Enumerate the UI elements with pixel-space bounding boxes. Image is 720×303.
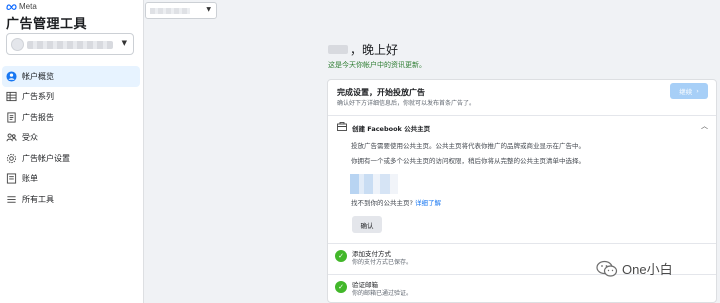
sidebar-item-billing[interactable]: 账单	[2, 169, 140, 190]
meta-logo-icon	[6, 4, 17, 10]
meta-label: Meta	[19, 2, 37, 11]
continue-label: 继续	[679, 88, 693, 96]
all-tools-icon	[6, 194, 17, 205]
check-circle-icon: ✓	[335, 250, 347, 262]
page-not-found-text: 找不到你的公共主页?	[351, 199, 413, 207]
sidebar-item-campaigns[interactable]: 广告系列	[2, 87, 140, 108]
sidebar-item-ads-report[interactable]: 广告报告	[2, 107, 140, 128]
chevron-down-icon: ▼	[206, 6, 211, 13]
account-overview-icon	[6, 71, 17, 82]
page-list-redacted[interactable]	[350, 174, 398, 194]
sidebar-item-account-overview[interactable]: 帐户概览	[2, 66, 140, 87]
sidebar-item-label: 帐户概览	[22, 71, 54, 81]
setup-card-header: 完成设置，开始投放广告 确认好下方详细信息后，你就可以发布首条广告了。 继续 ›	[328, 80, 716, 116]
business-name-redacted	[150, 8, 190, 14]
sidebar-item-label: 账单	[22, 174, 38, 184]
greeting-subtitle: 这是今天你帐户中的资讯更新。	[328, 61, 426, 69]
learn-more-link[interactable]: 详细了解	[415, 199, 441, 207]
confirm-button[interactable]: 确认	[352, 216, 382, 233]
campaigns-icon	[6, 91, 17, 102]
step-description-2: 你拥有一个或多个公共主页的访问权限，稍后你将从完整的公共主页清单中选择。	[351, 157, 585, 165]
wechat-icon	[596, 260, 618, 277]
watermark-text: One小白	[622, 262, 673, 277]
sidebar-item-audiences[interactable]: 受众	[2, 128, 140, 149]
sidebar-item-ad-account-settings[interactable]: 广告帐户设置	[2, 148, 140, 169]
sidebar-item-label: 所有工具	[22, 194, 54, 204]
account-name-redacted	[27, 41, 113, 49]
chevron-up-icon: ︿	[701, 122, 708, 130]
setup-card-subtitle: 确认好下方详细信息后，你就可以发布首条广告了。	[337, 100, 476, 107]
sidebar-item-label: 广告帐户设置	[22, 153, 70, 163]
sidebar-nav: 帐户概览 广告系列 广告报告 受众 广告帐户设置 账单 所有工具	[2, 66, 140, 210]
check-circle-icon: ✓	[335, 281, 347, 293]
sidebar: Meta 广告管理工具 ▼ 帐户概览 广告系列 广告报告 受众 广告帐户设置 账…	[0, 0, 144, 303]
greeting: ，晚上好	[328, 41, 398, 58]
greeting-text: ，晚上好	[350, 43, 399, 57]
step-create-page-header[interactable]: 创建 Facebook 公共主页 ︿	[328, 117, 716, 137]
audiences-icon	[6, 132, 17, 143]
page-briefcase-icon	[337, 122, 347, 131]
account-avatar	[11, 38, 24, 51]
meta-brand: Meta	[6, 2, 37, 11]
billing-icon	[6, 173, 17, 184]
continue-button[interactable]: 继续 ›	[670, 83, 708, 99]
user-name-redacted	[328, 45, 348, 54]
watermark: One小白	[596, 259, 673, 278]
sidebar-item-label: 广告系列	[22, 92, 54, 102]
page-not-found-hint: 找不到你的公共主页? 详细了解	[351, 197, 441, 207]
setup-card-title: 完成设置，开始投放广告	[337, 88, 425, 97]
step-create-page-label: 创建 Facebook 公共主页	[352, 125, 431, 133]
ad-account-settings-icon	[6, 153, 17, 164]
step-description-1: 投放广告需要使用公共主页。公共主页将代表你推广的品牌或商业显示在广告中。	[351, 142, 585, 150]
chevron-down-icon: ▼	[121, 39, 127, 47]
ad-account-selector[interactable]: ▼	[6, 33, 134, 55]
chevron-right-icon: ›	[696, 87, 699, 95]
sidebar-item-label: 受众	[22, 133, 38, 143]
step-verify-email-status: 你的邮箱已通过验证。	[352, 290, 413, 297]
sidebar-item-all-tools[interactable]: 所有工具	[2, 189, 140, 210]
business-selector[interactable]: ▼	[145, 2, 217, 19]
app-title: 广告管理工具	[6, 17, 88, 32]
ads-report-icon	[6, 112, 17, 123]
step-add-payment-status: 你的支付方式已保存。	[352, 259, 413, 266]
sidebar-item-label: 广告报告	[22, 112, 54, 122]
